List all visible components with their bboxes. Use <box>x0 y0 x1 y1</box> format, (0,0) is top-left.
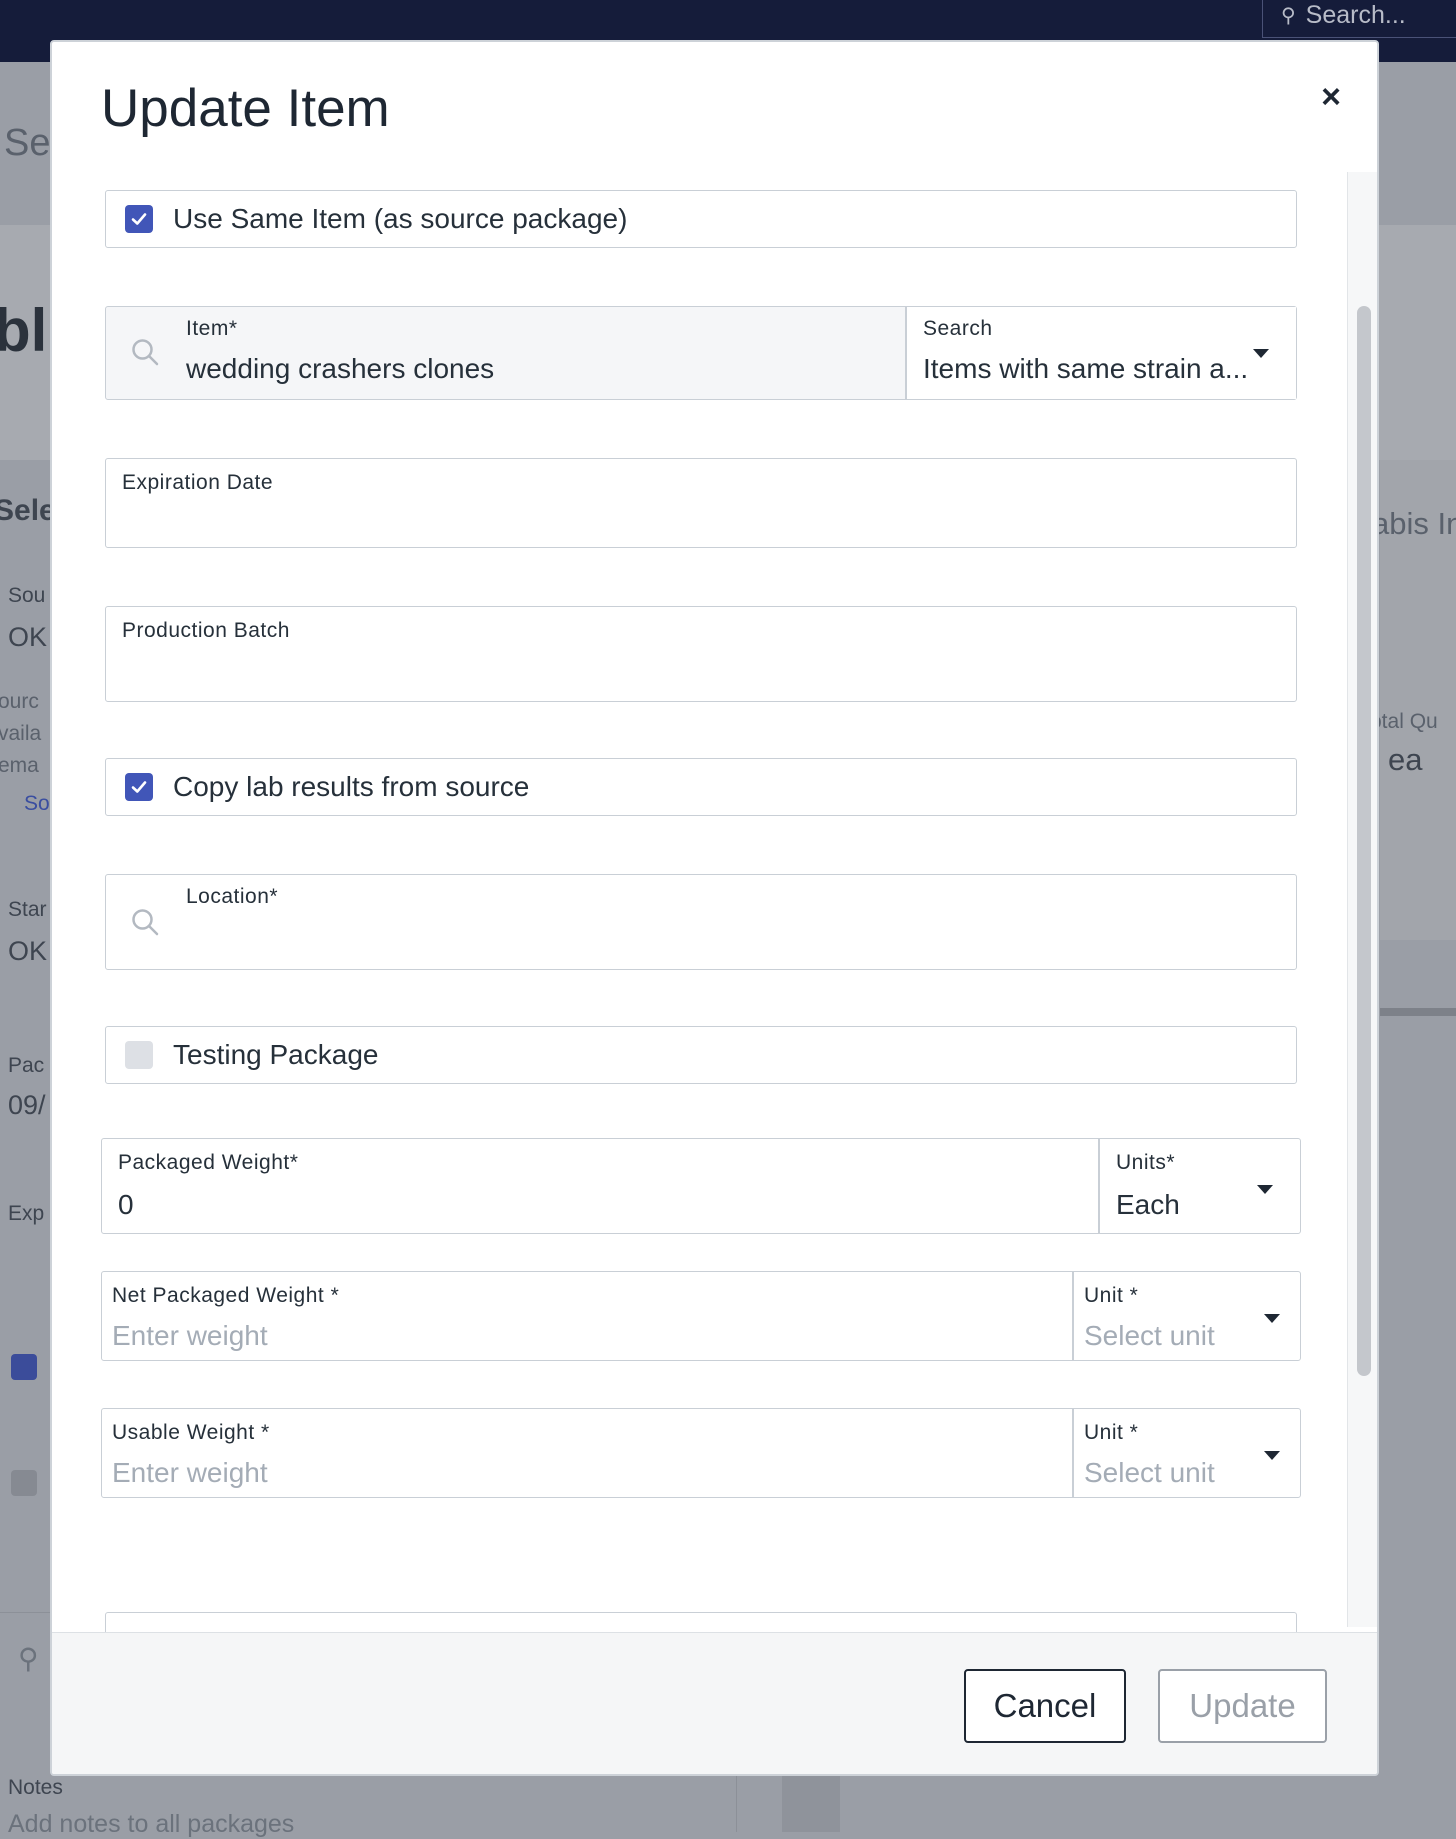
background-text: 09/ <box>8 1090 46 1120</box>
net-packaged-weight-group: Net Packaged Weight * Enter weight Unit … <box>101 1271 1301 1361</box>
background-text: Sele <box>0 494 56 527</box>
usable-unit-select[interactable]: Unit * Select unit <box>1074 1409 1300 1497</box>
search-icon <box>132 339 159 366</box>
search-icon <box>132 909 159 936</box>
notes-input[interactable]: Add notes to all packages <box>8 1810 294 1839</box>
checkmark-icon <box>131 213 147 225</box>
background-text: ea <box>1388 742 1423 777</box>
background-column <box>782 1776 840 1832</box>
testing-package-row[interactable]: Testing Package <box>105 1026 1297 1084</box>
item-label: Item* <box>186 317 238 340</box>
search-mode-label: Search <box>923 317 993 340</box>
search-mode-value: Items with same strain a... <box>923 353 1249 384</box>
net-unit-select[interactable]: Unit * Select unit <box>1074 1272 1300 1360</box>
background-text: otal Qu <box>1370 710 1438 733</box>
chevron-down-icon <box>1257 1185 1273 1194</box>
background-text: Sou <box>8 584 46 607</box>
global-search-input[interactable]: ⚲ Search... <box>1262 0 1456 38</box>
global-search-placeholder: Search... <box>1305 1 1406 29</box>
net-unit-value: Select unit <box>1084 1320 1215 1351</box>
modal-footer: Cancel Update <box>52 1632 1377 1774</box>
background-search-icon: ⚲ <box>18 1643 39 1674</box>
background-text: ema <box>0 754 39 777</box>
units-select[interactable]: Units* Each <box>1100 1139 1300 1233</box>
background-divider <box>0 1612 50 1613</box>
item-input[interactable]: wedding crashers clones <box>186 353 494 385</box>
units-value: Each <box>1116 1189 1180 1220</box>
background-text: abis In <box>1372 506 1456 541</box>
usable-weight-group: Usable Weight * Enter weight Unit * Sele… <box>101 1408 1301 1498</box>
usable-unit-value: Select unit <box>1084 1457 1215 1488</box>
copy-lab-results-label: Copy lab results from source <box>173 771 530 802</box>
expiration-date-label: Expiration Date <box>122 471 274 494</box>
cancel-button[interactable]: Cancel <box>964 1669 1126 1743</box>
use-same-item-row[interactable]: Use Same Item (as source package) <box>105 190 1297 248</box>
search-icon: ⚲ <box>1281 5 1296 27</box>
chevron-down-icon <box>1264 1314 1280 1323</box>
background-text: Star <box>8 898 47 921</box>
chevron-down-icon <box>1264 1451 1280 1460</box>
close-icon[interactable]: × <box>1314 80 1348 114</box>
copy-lab-results-checkbox[interactable] <box>125 773 153 801</box>
update-button[interactable]: Update <box>1158 1669 1327 1743</box>
use-same-item-label: Use Same Item (as source package) <box>173 203 628 234</box>
location-label: Location* <box>186 885 279 908</box>
background-text: ourc <box>0 690 39 713</box>
use-same-item-checkbox[interactable] <box>125 205 153 233</box>
background-divider <box>736 1776 737 1832</box>
checkmark-icon <box>131 781 147 793</box>
background-checkbox <box>11 1354 37 1380</box>
background-text: vaila <box>0 722 42 745</box>
notes-label: Notes <box>8 1776 63 1799</box>
modal-scrollbar-thumb[interactable] <box>1357 306 1371 1376</box>
net-packaged-weight-input[interactable]: Enter weight <box>112 1320 268 1352</box>
net-packaged-weight-label: Net Packaged Weight * <box>112 1284 340 1307</box>
background-text: Exp <box>8 1202 45 1225</box>
usable-weight-label: Usable Weight * <box>112 1421 270 1444</box>
expiration-date-field[interactable]: Expiration Date <box>105 458 1297 548</box>
packaged-weight-input[interactable]: 0 <box>118 1189 134 1221</box>
modal-title: Update Item <box>101 79 390 138</box>
background-text: OK <box>8 622 48 652</box>
testing-package-checkbox[interactable] <box>125 1041 153 1069</box>
background-text: Pac <box>8 1054 45 1077</box>
background-divider <box>1380 1008 1456 1016</box>
background-text: OK <box>8 936 48 966</box>
packaged-weight-label: Packaged Weight* <box>118 1151 299 1174</box>
update-item-modal: Update Item × Use Same Item (as source p… <box>50 40 1379 1776</box>
background-checkbox <box>11 1470 37 1496</box>
units-label: Units* <box>1116 1151 1176 1174</box>
chevron-down-icon <box>1253 349 1269 358</box>
packaged-weight-group: Packaged Weight* 0 Units* Each <box>101 1138 1301 1234</box>
background-text: Se <box>4 122 51 164</box>
copy-lab-results-row[interactable]: Copy lab results from source <box>105 758 1297 816</box>
production-batch-field[interactable]: Production Batch <box>105 606 1297 702</box>
search-mode-select[interactable]: Search Items with same strain a... <box>907 307 1296 399</box>
production-batch-label: Production Batch <box>122 619 290 642</box>
testing-package-label: Testing Package <box>173 1039 379 1070</box>
location-field[interactable]: Location* <box>105 874 1297 970</box>
net-unit-label: Unit * <box>1084 1284 1139 1307</box>
item-search-field: Item* wedding crashers clones Search Ite… <box>105 306 1297 400</box>
usable-unit-label: Unit * <box>1084 1421 1139 1444</box>
usable-weight-input[interactable]: Enter weight <box>112 1457 268 1489</box>
background-text: So <box>24 792 50 815</box>
